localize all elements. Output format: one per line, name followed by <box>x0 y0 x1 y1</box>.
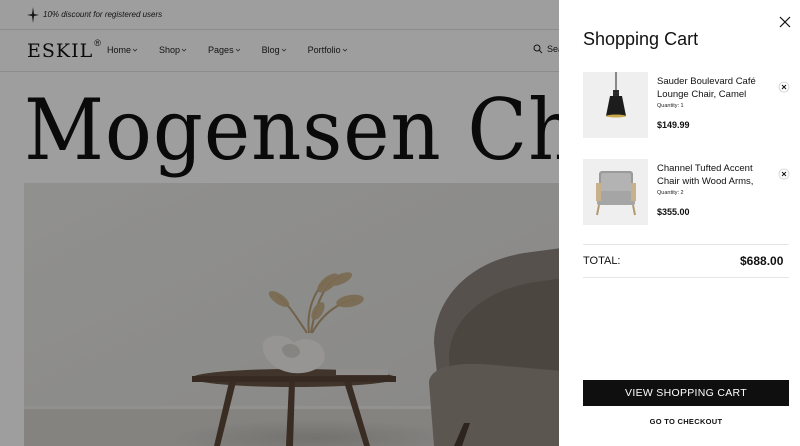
divider <box>583 277 789 278</box>
item-price: $355.00 <box>657 207 690 217</box>
view-shopping-cart-button[interactable]: VIEW SHOPPING CART <box>583 380 789 406</box>
remove-item-icon[interactable] <box>778 168 790 180</box>
close-icon[interactable] <box>777 14 793 30</box>
item-quantity: Quantity: 2 <box>657 190 684 196</box>
item-name-link[interactable]: Sauder Boulevard Café Lounge Chair, Came… <box>657 75 767 101</box>
product-thumbnail[interactable] <box>583 72 648 138</box>
total-label: TOTAL: <box>583 255 621 267</box>
divider <box>583 244 789 245</box>
total-value: $688.00 <box>740 254 784 268</box>
go-to-checkout-link[interactable]: GO TO CHECKOUT <box>583 415 789 427</box>
product-thumbnail[interactable] <box>583 159 648 225</box>
cart-item: Sauder Boulevard Café Lounge Chair, Came… <box>583 72 790 138</box>
page-dim-overlay[interactable] <box>0 0 559 446</box>
cart-title: Shopping Cart <box>583 29 699 49</box>
item-price: $149.99 <box>657 120 690 130</box>
item-quantity: Quantity: 1 <box>657 103 684 109</box>
item-name-link[interactable]: Channel Tufted Accent Chair with Wood Ar… <box>657 162 767 188</box>
remove-item-icon[interactable] <box>778 81 790 93</box>
cart-item: Channel Tufted Accent Chair with Wood Ar… <box>583 159 790 225</box>
